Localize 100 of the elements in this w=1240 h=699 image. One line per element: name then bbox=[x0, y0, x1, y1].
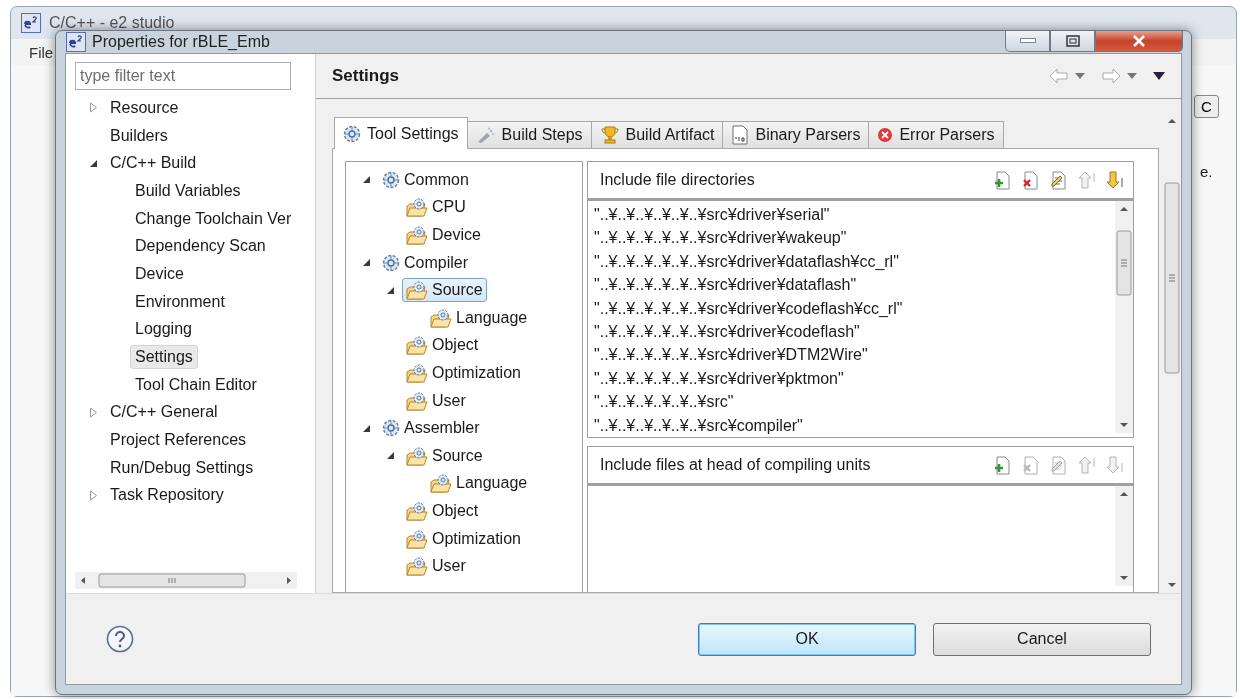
tool-tree-item[interactable]: Device bbox=[402, 223, 485, 247]
nav-tree-item[interactable]: Settings bbox=[130, 345, 198, 370]
gear-icon bbox=[382, 253, 400, 272]
list-item[interactable]: "..¥..¥..¥..¥..¥..¥src¥driver¥dataflash¥cc_rl" bbox=[594, 249, 1115, 274]
menu-item[interactable]: File bbox=[29, 43, 54, 61]
gear-icon bbox=[343, 124, 361, 143]
edit-file-icon bbox=[1049, 170, 1069, 190]
folder-gear-icon bbox=[406, 362, 428, 383]
horizontal-scrollbar[interactable] bbox=[75, 572, 297, 589]
dialog-button[interactable]: OK bbox=[698, 622, 916, 656]
folder-gear-icon bbox=[406, 528, 428, 549]
nav-tree-item[interactable]: C/C++ General bbox=[105, 400, 223, 425]
collapsed-arrow-icon[interactable] bbox=[89, 406, 98, 418]
list-item[interactable]: "..¥..¥..¥..¥..¥..¥src¥driver¥codeflash¥cc_rl" bbox=[594, 296, 1115, 320]
binary-file-icon bbox=[731, 125, 750, 145]
tool-tree-item[interactable]: Object bbox=[402, 333, 483, 358]
maximize-icon bbox=[1065, 35, 1080, 47]
nav-tree-item[interactable]: Resource bbox=[105, 95, 184, 120]
dropdown-caret-icon[interactable] bbox=[1127, 73, 1137, 79]
list-item[interactable]: "..¥..¥..¥..¥..¥..¥src¥driver¥dataflash" bbox=[594, 273, 1115, 297]
tool-tree-item[interactable]: User bbox=[402, 554, 470, 579]
list-item[interactable]: "..¥..¥..¥..¥..¥..¥src¥driver¥wakeup" bbox=[594, 226, 1115, 250]
expanded-arrow-icon[interactable] bbox=[386, 450, 395, 462]
list-item[interactable]: "..¥..¥..¥..¥..¥..¥src¥compiler" bbox=[594, 413, 1115, 437]
move-up-icon bbox=[1077, 455, 1097, 475]
tool-tree-item[interactable]: Assembler bbox=[378, 417, 484, 440]
delete-file-icon bbox=[1021, 170, 1041, 190]
tool-tree-item[interactable]: Optimization bbox=[402, 360, 525, 385]
maximize-button[interactable] bbox=[1050, 31, 1095, 52]
folder-gear-icon bbox=[430, 473, 452, 494]
list-item[interactable]: "..¥..¥..¥..¥..¥..¥src¥driver¥codeflash" bbox=[594, 319, 1115, 344]
help-icon[interactable] bbox=[106, 625, 134, 653]
view-menu-icon[interactable] bbox=[1153, 72, 1165, 80]
tool-tree-item[interactable]: CPU bbox=[402, 195, 470, 220]
nav-tree-item[interactable]: Tool Chain Editor bbox=[130, 372, 262, 397]
dialog-button[interactable]: Cancel bbox=[933, 622, 1151, 656]
collapsed-arrow-icon[interactable] bbox=[89, 102, 98, 114]
background-text: e. bbox=[1199, 163, 1213, 180]
minimize-button[interactable] bbox=[1005, 31, 1050, 52]
nav-tree-item[interactable]: Project References bbox=[105, 428, 252, 453]
list-item[interactable]: "..¥..¥..¥..¥..¥..¥src¥driver¥pktmon" bbox=[594, 366, 1115, 391]
back-arrow-icon[interactable] bbox=[1049, 68, 1069, 84]
folder-gear-icon bbox=[406, 500, 428, 521]
folder-gear-icon bbox=[406, 335, 428, 356]
nav-tree-item[interactable]: C/C++ Build bbox=[105, 151, 202, 176]
tool-tree-item[interactable]: User bbox=[402, 388, 470, 413]
nav-tree-item[interactable]: Run/Debug Settings bbox=[105, 455, 259, 480]
tool-tree-item[interactable]: Common bbox=[378, 168, 473, 191]
vertical-scrollbar[interactable] bbox=[1115, 201, 1133, 433]
toolbar-button[interactable] bbox=[1021, 170, 1041, 190]
dropdown-caret-icon[interactable] bbox=[1075, 73, 1085, 79]
expanded-arrow-icon[interactable] bbox=[362, 174, 371, 186]
toolbar-button[interactable] bbox=[1105, 170, 1125, 190]
window-title: Properties for rBLE_Emb bbox=[92, 33, 270, 51]
error-icon bbox=[877, 127, 894, 143]
forward-arrow-icon[interactable] bbox=[1101, 68, 1121, 84]
nav-tree-item[interactable]: Environment bbox=[130, 289, 230, 314]
nav-tree-item[interactable]: Dependency Scan bbox=[130, 234, 271, 259]
tab[interactable]: Build Steps bbox=[466, 121, 592, 149]
list-item[interactable]: "..¥..¥..¥..¥..¥..¥src¥driver¥serial" bbox=[594, 203, 1115, 227]
close-icon bbox=[1132, 35, 1146, 47]
toolbar-button[interactable]: C bbox=[1194, 95, 1219, 118]
toolbar-button[interactable] bbox=[1049, 170, 1069, 190]
filter-field[interactable]: type filter text bbox=[75, 62, 291, 90]
tool-tree-item[interactable]: Language bbox=[426, 471, 532, 496]
nav-tree-item[interactable]: Build Variables bbox=[130, 178, 246, 203]
expanded-arrow-icon[interactable] bbox=[362, 257, 371, 269]
nav-tree-item[interactable]: Builders bbox=[105, 123, 173, 148]
folder-gear-icon bbox=[430, 307, 452, 328]
tool-tree-item[interactable]: Object bbox=[402, 498, 483, 523]
list-item[interactable]: "..¥..¥..¥..¥..¥..¥src" bbox=[594, 390, 1115, 414]
toolbar-button[interactable] bbox=[993, 455, 1013, 475]
pane-title: Include file directories bbox=[600, 171, 755, 189]
pane-title: Include files at head of compiling units bbox=[600, 456, 871, 474]
vertical-scrollbar[interactable] bbox=[1115, 486, 1133, 586]
move-down-icon bbox=[1105, 170, 1125, 190]
trophy-icon bbox=[599, 125, 620, 145]
tool-tree-item[interactable]: Optimization bbox=[402, 526, 525, 551]
app-logo-icon bbox=[66, 32, 86, 52]
close-button[interactable] bbox=[1095, 31, 1183, 52]
tab[interactable]: Build Artifact bbox=[590, 121, 724, 149]
tool-tree-item[interactable]: Source bbox=[402, 278, 487, 303]
folder-gear-icon bbox=[406, 556, 428, 577]
gear-icon bbox=[382, 170, 400, 189]
nav-tree-item[interactable]: Change Toolchain Ver bbox=[130, 206, 297, 231]
tool-tree-item[interactable]: Source bbox=[402, 443, 487, 468]
move-down-icon bbox=[1105, 455, 1125, 475]
move-up-icon bbox=[1077, 170, 1097, 190]
nav-tree-item[interactable]: Task Repository bbox=[105, 483, 229, 508]
minimize-icon bbox=[1019, 38, 1036, 44]
tab[interactable]: Tool Settings bbox=[334, 117, 468, 149]
tab[interactable]: Binary Parsers bbox=[722, 121, 870, 149]
toolbar-button[interactable] bbox=[993, 170, 1013, 190]
nav-tree-item[interactable]: Logging bbox=[130, 317, 197, 342]
tool-tree-item[interactable]: Compiler bbox=[378, 251, 472, 274]
collapsed-arrow-icon[interactable] bbox=[89, 489, 98, 501]
tab[interactable]: Error Parsers bbox=[868, 121, 1004, 149]
nav-tree-item[interactable]: Device bbox=[130, 261, 189, 286]
tool-tree-item[interactable]: Language bbox=[426, 305, 532, 330]
list-item[interactable]: "..¥..¥..¥..¥..¥..¥src¥driver¥DTM2Wire" bbox=[594, 343, 1115, 367]
